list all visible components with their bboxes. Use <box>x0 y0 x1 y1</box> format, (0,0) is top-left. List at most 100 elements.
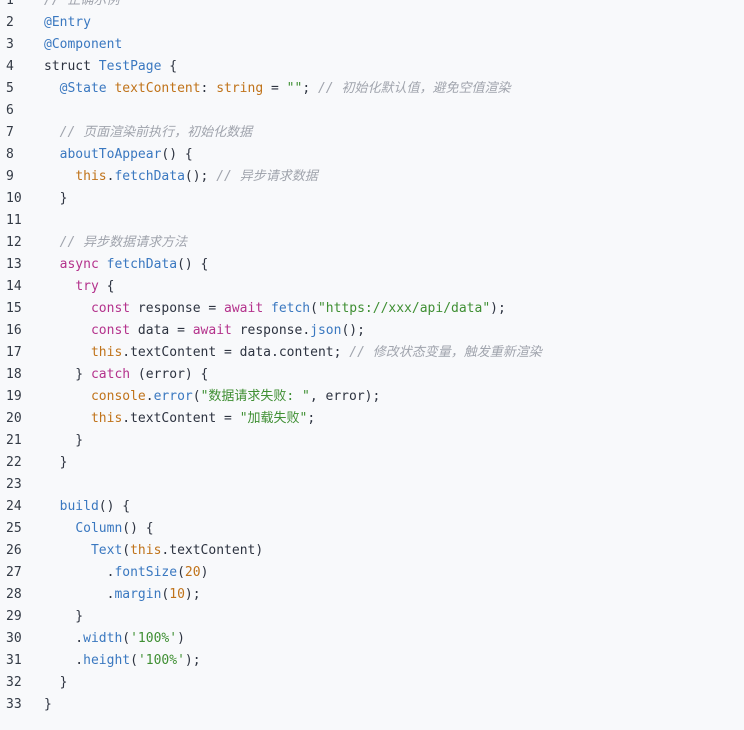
code-text: build() { <box>44 496 130 518</box>
code-token: console <box>90 389 146 404</box>
code-token: } <box>44 367 91 382</box>
code-token: ; <box>307 411 316 426</box>
code-text: // 正确示例 <box>44 0 119 12</box>
code-text: console.error("数据请求失败: ", error); <box>44 386 380 408</box>
code-line: 32 } <box>0 672 744 694</box>
line-number: 19 <box>6 389 22 404</box>
line-number: 4 <box>6 59 14 74</box>
line-number: 14 <box>6 279 22 294</box>
line-number: 6 <box>6 103 14 118</box>
line-number: 31 <box>6 653 22 668</box>
code-token: // 异步请求数据 <box>216 169 318 184</box>
code-token: @Entry <box>44 15 91 30</box>
code-line: 16 const data = await response.json(); <box>0 320 744 342</box>
code-token: this <box>75 169 107 184</box>
code-block: 1 // 正确示例 2 @Entry 3 @Component 4 struct TestPa… <box>0 0 744 730</box>
code-token: = <box>263 81 287 96</box>
code-token: textContent <box>106 81 201 96</box>
code-token: (error) { <box>130 367 209 382</box>
code-text: // 异步数据请求方法 <box>44 232 187 254</box>
line-number: 8 <box>6 147 14 162</box>
line-number: 18 <box>6 367 22 382</box>
code-line: 11 <box>0 210 744 232</box>
line-number: 28 <box>6 587 22 602</box>
code-line: 9 this.fetchData(); // 异步请求数据 <box>0 166 744 188</box>
code-token: ( <box>130 653 138 668</box>
line-number: 21 <box>6 433 22 448</box>
code-token: @Component <box>44 37 123 52</box>
code-token: . <box>44 565 115 580</box>
code-text: } catch (error) { <box>44 364 208 386</box>
code-line: 27 .fontSize(20) <box>0 562 744 584</box>
line-number: 27 <box>6 565 22 580</box>
code-token: ) <box>177 631 185 646</box>
code-token: ( <box>177 565 185 580</box>
code-line: 12 // 异步数据请求方法 <box>0 232 744 254</box>
code-token: const <box>90 301 131 316</box>
line-number: 3 <box>6 37 14 52</box>
line-number: 12 <box>6 235 22 250</box>
code-token: } <box>44 191 68 206</box>
code-text: const data = await response.json(); <box>44 320 365 342</box>
code-token: TestPage <box>98 59 162 74</box>
code-token: () { <box>122 521 154 536</box>
line-number: 17 <box>6 345 22 360</box>
code-token: margin <box>114 587 162 602</box>
line-number: 33 <box>6 697 22 712</box>
code-line: 29 } <box>0 606 744 628</box>
code-line: 8 aboutToAppear() { <box>0 144 744 166</box>
code-text: } <box>44 672 68 694</box>
line-number: 13 <box>6 257 22 272</box>
code-text: .width('100%') <box>44 628 185 650</box>
code-token: this <box>130 543 162 558</box>
line-number: 26 <box>6 543 22 558</box>
code-line: 19 console.error("数据请求失败: ", error); <box>0 386 744 408</box>
line-number: 5 <box>6 81 14 96</box>
code-token: string <box>216 81 264 96</box>
code-token: '100%' <box>137 653 185 668</box>
code-line: 25 Column() { <box>0 518 744 540</box>
code-token: ); <box>184 587 201 602</box>
code-token: height <box>83 653 131 668</box>
code-line: 33} <box>0 694 744 716</box>
code-token: . <box>44 587 115 602</box>
code-text: this.textContent = data.content; // 修改状态… <box>44 342 542 364</box>
code-line: 20 this.textContent = "加载失败"; <box>0 408 744 430</box>
code-text: } <box>44 430 83 452</box>
line-number: 25 <box>6 521 22 536</box>
code-token: fontSize <box>114 565 178 580</box>
line-number: 23 <box>6 477 22 492</box>
code-text: .fontSize(20) <box>44 562 209 584</box>
code-token: .textContent = <box>122 411 240 426</box>
code-line: 22 } <box>0 452 744 474</box>
line-number: 1 <box>6 0 14 8</box>
code-token: // 初始化默认值，避免空值渲染 <box>317 81 511 96</box>
code-text: } <box>44 606 83 628</box>
code-line: 10 } <box>0 188 744 210</box>
code-token: data = <box>130 323 193 338</box>
code-lines: 1 // 正确示例 2 @Entry 3 @Component 4 struct TestPa… <box>0 0 744 716</box>
code-token: .textContent) <box>161 543 264 558</box>
code-token: ( <box>310 301 318 316</box>
code-token: . <box>145 389 154 404</box>
code-text: struct TestPage { <box>44 56 177 78</box>
line-number: 9 <box>6 169 14 184</box>
code-token: this <box>90 411 123 426</box>
code-text: @Entry <box>44 12 91 34</box>
code-token: } <box>44 675 68 690</box>
code-line: 18 } catch (error) { <box>0 364 744 386</box>
code-token: (); <box>184 169 217 184</box>
code-token: // 异步数据请求方法 <box>59 235 188 250</box>
code-token: build <box>59 499 99 514</box>
code-text: async fetchData() { <box>44 254 209 276</box>
code-text: Column() { <box>44 518 154 540</box>
code-token: ); <box>184 653 201 668</box>
line-number: 2 <box>6 15 14 30</box>
code-token: } <box>44 609 84 624</box>
